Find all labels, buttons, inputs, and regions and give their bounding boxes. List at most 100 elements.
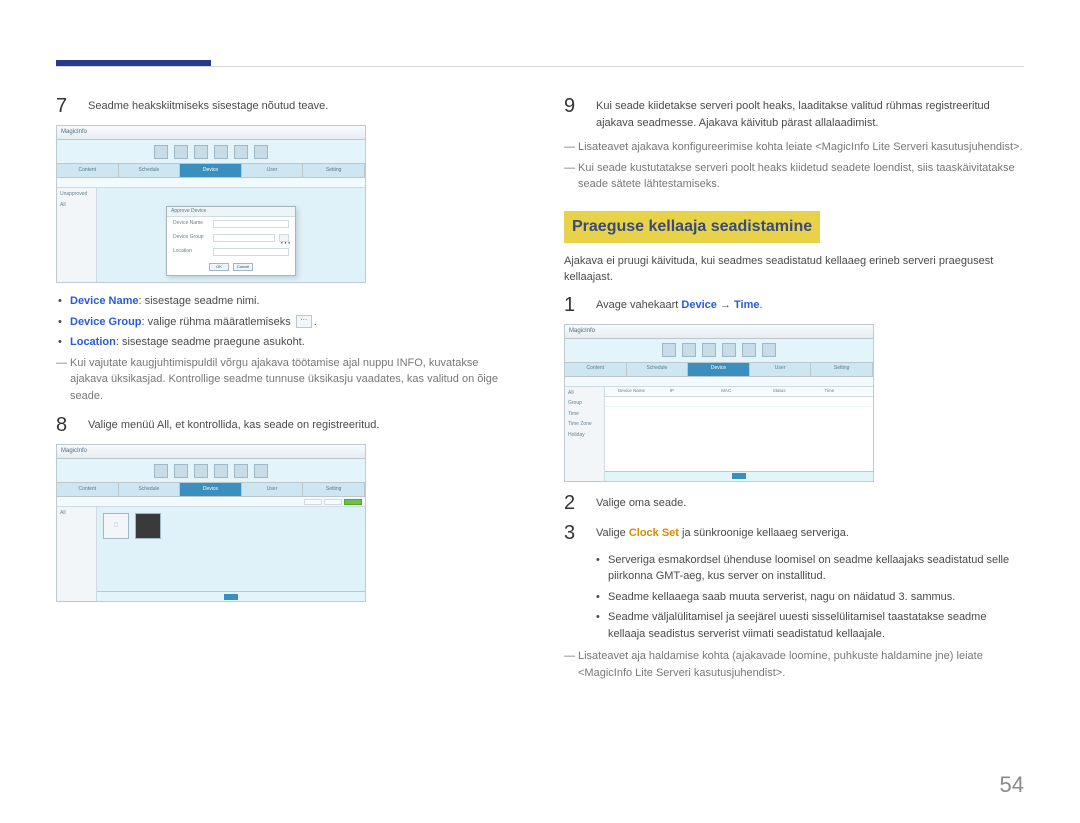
ss3-main: Device Name IP MAC Status Time — [605, 387, 873, 481]
ss3-app-title: MagicInfo — [569, 327, 595, 336]
step-number-2: 2 — [564, 492, 582, 514]
ss-tab: User — [242, 483, 304, 496]
step-1: 1 Avage vahekaart Device → Time. — [564, 294, 1024, 316]
heading-desc: Ajakava ei pruugi käivituda, kui seadmes… — [564, 253, 1024, 286]
screenshot-all-view: MagicInfo Content Schedule Device User S… — [56, 444, 366, 602]
ss3-titlebar: MagicInfo — [565, 325, 873, 339]
ss-tab: Schedule — [627, 363, 689, 376]
text: : valige rühma määratlemiseks — [142, 316, 294, 328]
note-info: Kui vajutate kaugjuhtimispuldil võrgu aj… — [56, 355, 516, 405]
step-3-text: Valige Clock Set ja sünkroonige kellaaeg… — [596, 522, 849, 544]
bullet: Serveriga esmakordsel ühenduse loomisel … — [594, 552, 1024, 585]
ss-tab: Content — [57, 164, 119, 177]
side-item: Holiday — [568, 432, 601, 440]
ss3-subbar — [565, 377, 873, 387]
ss2-sidebar: All — [57, 507, 97, 601]
ss2-subbar — [57, 497, 365, 507]
modal-row: Location — [167, 245, 295, 259]
bullet-device-name: Device Name: sisestage seadme nimi. — [56, 293, 516, 310]
ss3-tabs: Content Schedule Device User Setting — [565, 363, 873, 377]
step-8: 8 Valige menüü All, et kontrollida, kas … — [56, 414, 516, 436]
modal-ok-button: OK — [209, 263, 229, 271]
ss1-titlebar: MagicInfo — [57, 126, 365, 140]
step-7-text: Seadme heakskiitmiseks sisestage nõutud … — [88, 95, 328, 117]
toolbar-icon — [234, 464, 248, 478]
ss3-body: All Group Time Time Zone Holiday Device … — [565, 387, 873, 481]
s1-device: Device — [681, 299, 716, 311]
ss1-app-title: MagicInfo — [61, 128, 87, 137]
ss2-action-buttons — [304, 499, 362, 505]
screenshot-approve-device: MagicInfo Content Schedule Device User S… — [56, 125, 366, 283]
toolbar-icon — [722, 343, 736, 357]
side-item: All — [568, 390, 601, 398]
ss2-tabs: Content Schedule Device User Setting — [57, 483, 365, 497]
toolbar-icon — [194, 145, 208, 159]
toolbar-icon — [254, 464, 268, 478]
bullet-device-group: Device Group: valige rühma määratlemisek… — [56, 314, 516, 331]
th: Device Name — [615, 387, 667, 396]
note-9a: Lisateavet ajakava konfigureerimise koht… — [564, 139, 1024, 156]
ss1-toolbar — [57, 140, 365, 164]
step-2-text: Valige oma seade. — [596, 492, 686, 514]
after: . — [314, 316, 317, 328]
step-1-text: Avage vahekaart Device → Time. — [596, 294, 763, 316]
step3-bullets: Serveriga esmakordsel ühenduse loomisel … — [564, 552, 1024, 643]
modal-input — [213, 248, 289, 256]
note-text: Kui seade kustutatakse serveri poolt hea… — [578, 162, 1015, 191]
th: MAC — [718, 387, 770, 396]
step-number-8: 8 — [56, 414, 74, 436]
ss-tab: User — [750, 363, 812, 376]
toolbar-icon — [194, 464, 208, 478]
toolbar-icon — [154, 464, 168, 478]
td — [605, 397, 873, 406]
ss2-toolbar — [57, 459, 365, 483]
note-text: Kui vajutate kaugjuhtimispuldil võrgu aj… — [70, 357, 498, 402]
note-text: Lisateavet ajakava konfigureerimise koht… — [578, 141, 1023, 153]
s1-arrow: → — [717, 299, 734, 311]
toolbar-icon — [234, 145, 248, 159]
page-number: 54 — [1000, 768, 1024, 801]
s1-pre: Avage vahekaart — [596, 299, 681, 311]
note-last: Lisateavet aja haldamise kohta (ajakavad… — [564, 648, 1024, 681]
modal-label: Device Name — [173, 220, 209, 228]
label-location: Location — [70, 336, 116, 348]
toolbar-icon — [254, 145, 268, 159]
step-9-text: Kui seade kiidetakse serveri poolt heaks… — [596, 95, 1024, 131]
s3-pre: Valige — [596, 527, 629, 539]
dots-icon: ⋯ — [296, 315, 312, 328]
screenshot-device-time: MagicInfo Content Schedule Device User S… — [564, 324, 874, 482]
toolbar-icon — [174, 145, 188, 159]
ss2-app-title: MagicInfo — [61, 447, 87, 456]
modal-label: Device Group — [173, 234, 209, 242]
left-column: 7 Seadme heakskiitmiseks sisestage nõutu… — [56, 95, 516, 685]
modal-input — [213, 234, 275, 242]
s1-after: . — [760, 299, 763, 311]
device-thumbnail: ⬚ — [103, 513, 129, 539]
note-9b: Kui seade kustutatakse serveri poolt hea… — [564, 160, 1024, 193]
approve-modal: Approve Device Device Name Device Group … — [166, 206, 296, 276]
ss3-table: Device Name IP MAC Status Time — [605, 387, 873, 481]
step-number-3: 3 — [564, 522, 582, 544]
modal-label: Location — [173, 248, 209, 256]
step-number-7: 7 — [56, 95, 74, 117]
ss2-pager — [97, 591, 365, 601]
ss1-tabs: Content Schedule Device User Setting — [57, 164, 365, 178]
bullet: Seadme väljalülitamisel ja seejärel uues… — [594, 609, 1024, 642]
step-number-1: 1 — [564, 294, 582, 316]
th: IP — [667, 387, 719, 396]
ss-tab: Content — [57, 483, 119, 496]
th: Status — [770, 387, 822, 396]
ss3-toolbar — [565, 339, 873, 363]
bullet: Seadme kellaaega saab muuta serverist, n… — [594, 589, 1024, 606]
ss-tab: Setting — [303, 164, 365, 177]
mini-button — [324, 499, 342, 505]
ss2-body: All ⬚ — [57, 507, 365, 601]
s3-after: ja sünkroonige kellaaeg serveriga. — [679, 527, 849, 539]
side-item: Group — [568, 400, 601, 408]
modal-input — [213, 220, 289, 228]
ss-tab-active: Device — [688, 363, 750, 376]
note-text: Lisateavet aja haldamise kohta (ajakavad… — [578, 650, 983, 679]
modal-title: Approve Device — [167, 207, 295, 217]
text: : sisestage seadme nimi. — [139, 295, 260, 307]
dots-icon: ⋯ — [279, 234, 289, 242]
